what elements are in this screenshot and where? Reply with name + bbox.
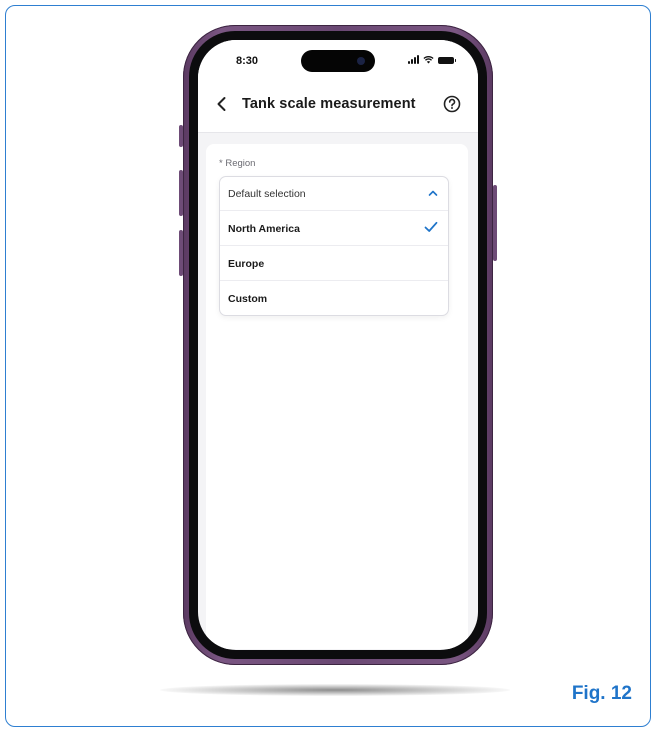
- signal-icon: [408, 55, 419, 64]
- option-north-america[interactable]: North America: [220, 211, 448, 246]
- phone-device: 8:30 Tank scale measurement * Region Def…: [179, 25, 497, 665]
- status-time: 8:30: [236, 55, 259, 67]
- phone-bezel: 8:30 Tank scale measurement * Region Def…: [189, 31, 487, 659]
- volume-down-button: [179, 230, 183, 276]
- chevron-up-icon: [428, 190, 438, 196]
- option-custom[interactable]: Custom: [220, 281, 448, 315]
- dropdown-placeholder: Default selection: [228, 188, 306, 200]
- status-bar: 8:30: [198, 40, 478, 80]
- power-button: [493, 185, 497, 261]
- check-icon: [424, 221, 438, 232]
- question-circle-icon[interactable]: [442, 94, 462, 114]
- region-label: * Region: [219, 158, 256, 169]
- option-label: Custom: [228, 293, 268, 305]
- battery-icon: [438, 57, 456, 64]
- option-label: North America: [228, 223, 300, 235]
- volume-up-button: [179, 170, 183, 216]
- option-europe[interactable]: Europe: [220, 246, 448, 281]
- phone-screen: 8:30 Tank scale measurement * Region Def…: [198, 40, 478, 650]
- app-header: Tank scale measurement: [198, 80, 478, 133]
- wifi-icon: [423, 56, 434, 64]
- dropdown-header[interactable]: Default selection: [220, 177, 448, 211]
- region-card: * Region Default selection North America: [206, 144, 468, 649]
- camera-icon: [357, 57, 365, 65]
- chevron-left-icon[interactable]: [212, 94, 232, 114]
- dynamic-island: [301, 50, 375, 72]
- phone-shadow: [160, 684, 510, 696]
- page-title: Tank scale measurement: [242, 96, 416, 112]
- status-icons: [408, 54, 456, 64]
- action-button: [179, 125, 183, 147]
- option-label: Europe: [228, 258, 265, 270]
- region-dropdown[interactable]: Default selection North America Europe C…: [219, 176, 449, 316]
- figure-label: Fig. 12: [571, 683, 632, 704]
